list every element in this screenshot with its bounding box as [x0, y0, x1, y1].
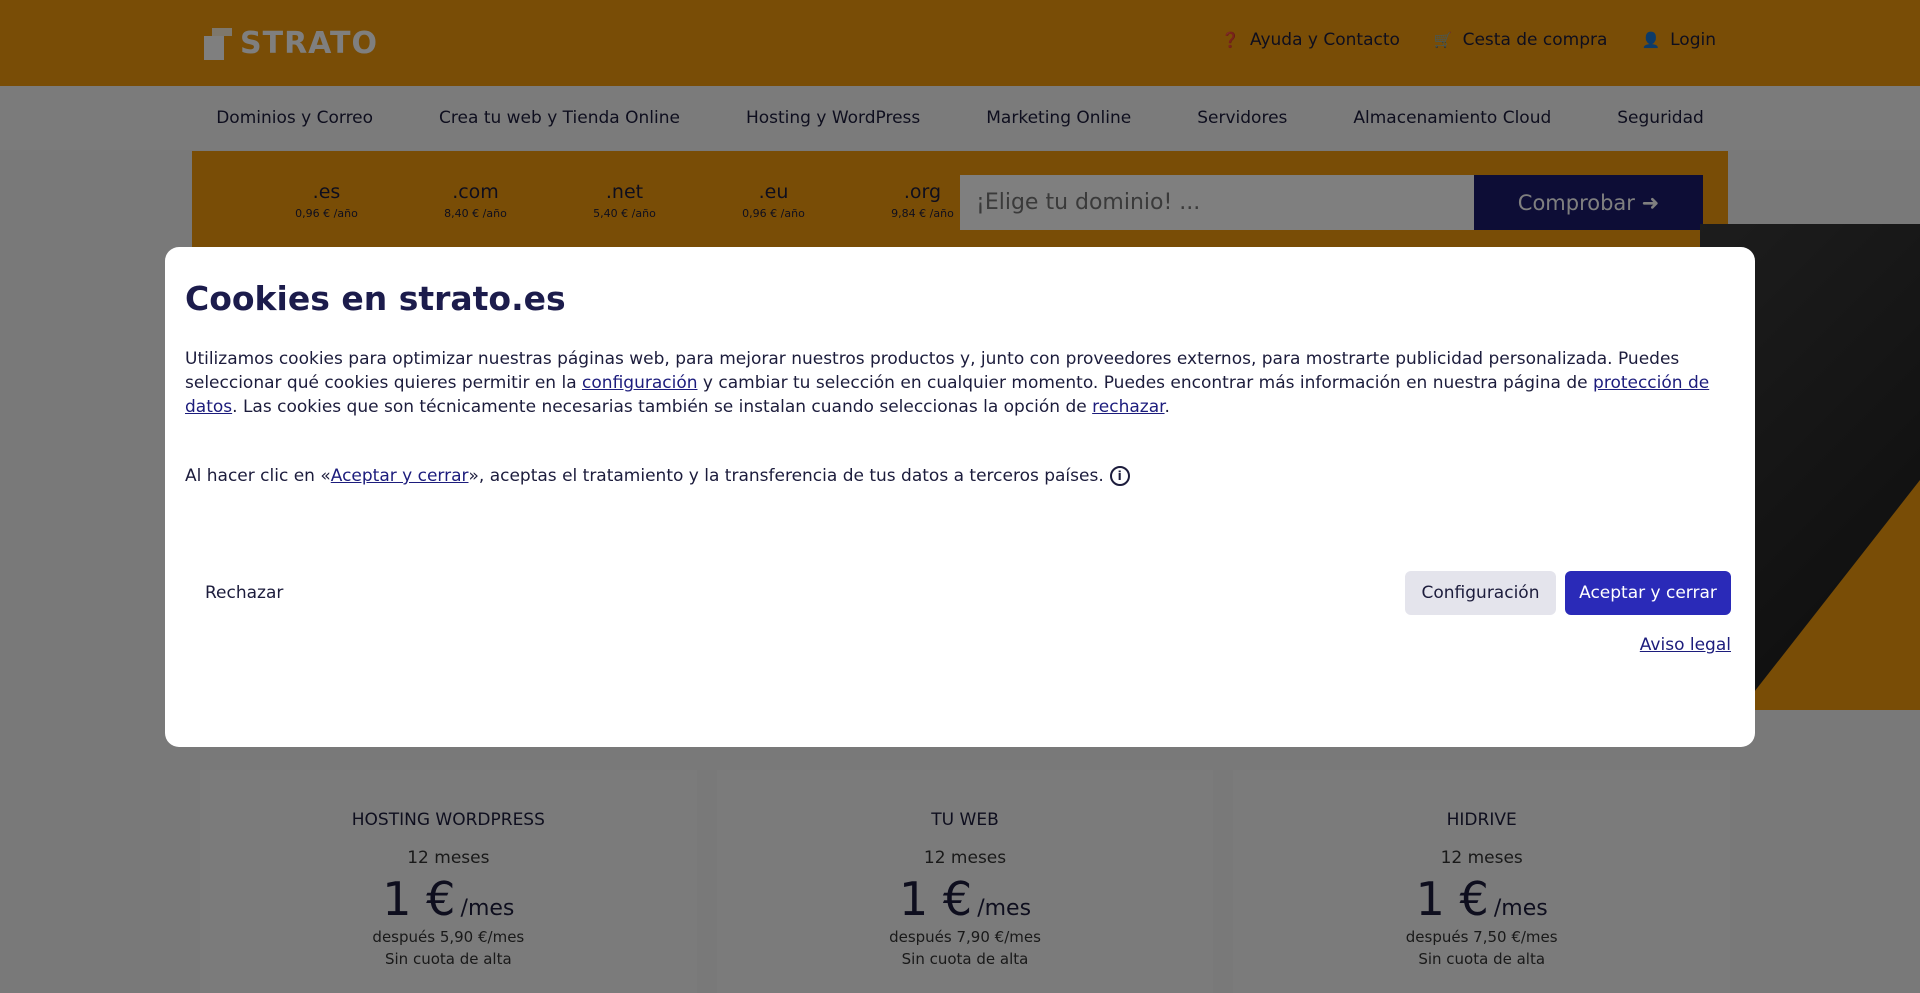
cookie-modal: Cookies en strato.es Utilizamos cookies … — [165, 247, 1755, 747]
cookie-text-3: . Las cookies que son técnicamente neces… — [232, 397, 1093, 417]
consent-prefix: Al hacer clic en « — [185, 466, 331, 486]
configuration-button[interactable]: Configuración — [1405, 571, 1556, 615]
cookie-modal-title: Cookies en strato.es — [185, 279, 566, 318]
accept-close-link[interactable]: Aceptar y cerrar — [331, 466, 469, 486]
configuration-link[interactable]: configuración — [582, 373, 697, 393]
reject-button[interactable]: Rechazar — [185, 571, 303, 615]
cookie-description: Utilizamos cookies para optimizar nuestr… — [185, 347, 1735, 419]
info-icon[interactable]: i — [1109, 466, 1130, 486]
consent-notice: Al hacer clic en «Aceptar y cerrar», ace… — [185, 466, 1130, 486]
accept-close-button[interactable]: Aceptar y cerrar — [1565, 571, 1731, 615]
consent-suffix: », aceptas el tratamiento y la transfere… — [468, 466, 1104, 486]
legal-notice-link[interactable]: Aviso legal — [1640, 635, 1731, 655]
consent-text: Al hacer clic en «Aceptar y cerrar», ace… — [185, 466, 1104, 486]
cookie-text-2: y cambiar tu selección en cualquier mome… — [697, 373, 1594, 393]
reject-link[interactable]: rechazar — [1092, 397, 1164, 417]
cookie-text-4: . — [1164, 397, 1170, 417]
